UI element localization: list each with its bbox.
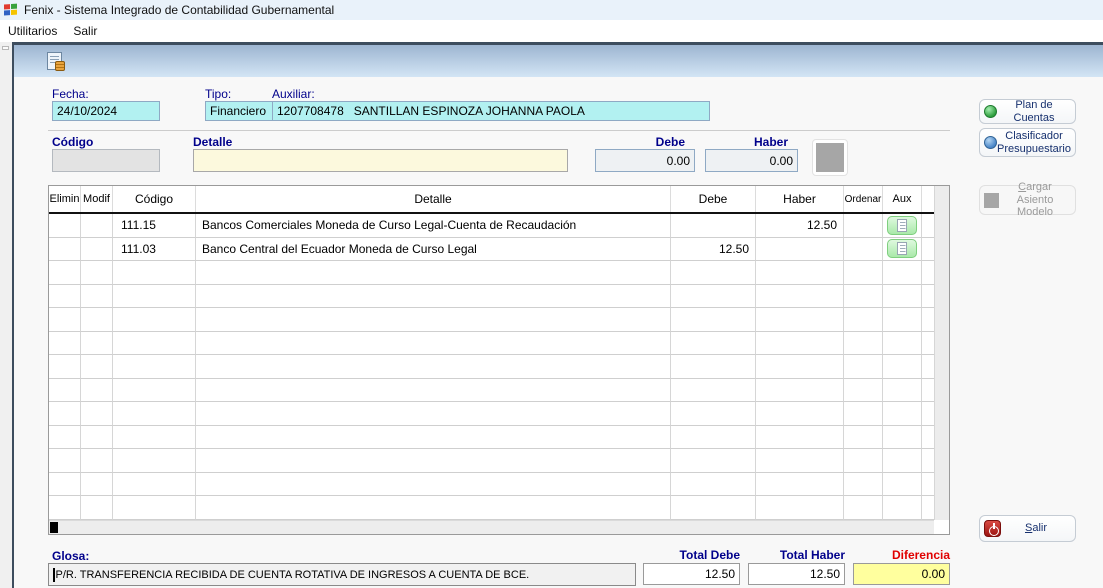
diferencia-label: Diferencia xyxy=(853,548,950,562)
debe-cell xyxy=(671,214,756,238)
new-entry-button[interactable] xyxy=(42,49,66,73)
table-row[interactable]: 111.03 Banco Central del Ecuador Moneda … xyxy=(49,238,934,262)
glosa-field[interactable]: P/R. TRANSFERENCIA RECIBIDA DE CUENTA RO… xyxy=(48,563,636,586)
panel-splitter-handle[interactable] xyxy=(2,46,9,50)
table-empty-rows xyxy=(49,261,934,520)
col-header-elimin: Elimin xyxy=(49,186,81,212)
haber-entry-field[interactable]: 0.00 xyxy=(705,149,798,172)
detalle-entry-label: Detalle xyxy=(193,135,232,149)
glosa-label: Glosa: xyxy=(52,549,89,563)
menu-utilitarios[interactable]: Utilitarios xyxy=(0,22,65,40)
menu-salir[interactable]: Salir xyxy=(65,22,105,40)
table-row-empty[interactable] xyxy=(49,285,934,309)
debe-cell: 12.50 xyxy=(671,238,756,262)
table-row-empty[interactable] xyxy=(49,261,934,285)
ordenar-cell[interactable] xyxy=(844,238,883,262)
aux-detail-button[interactable] xyxy=(887,216,917,235)
detalle-cell: Banco Central del Ecuador Moneda de Curs… xyxy=(196,238,671,262)
cargar-asiento-modelo-button[interactable]: Cargar AsientoModelo xyxy=(979,185,1076,215)
codigo-cell: 111.03 xyxy=(113,238,196,262)
table-row-empty[interactable] xyxy=(49,308,934,332)
power-icon xyxy=(984,520,1001,537)
separator-line xyxy=(48,130,950,131)
elimin-cell[interactable] xyxy=(49,214,81,238)
windows-logo-icon xyxy=(4,3,18,17)
elimin-cell[interactable] xyxy=(49,238,81,262)
detalle-entry-field[interactable] xyxy=(193,149,568,172)
scrollbar-corner xyxy=(934,520,949,534)
col-header-modif: Modif xyxy=(81,186,113,212)
modif-cell[interactable] xyxy=(81,214,113,238)
table-row-empty[interactable] xyxy=(49,426,934,450)
total-haber-label: Total Haber xyxy=(748,548,845,562)
table-row-empty[interactable] xyxy=(49,496,934,520)
fecha-field[interactable]: 24/10/2024 xyxy=(52,101,160,121)
salir-button[interactable]: Salir xyxy=(979,515,1076,542)
content-frame: Fecha: 24/10/2024 Tipo: Financiero Auxil… xyxy=(12,42,1103,588)
codigo-entry-label: Código xyxy=(52,135,93,149)
text-caret xyxy=(53,568,55,582)
col-header-ordenar: Ordenar xyxy=(844,186,883,212)
table-row-empty[interactable] xyxy=(49,332,934,356)
col-header-debe: Debe xyxy=(671,186,756,212)
debe-entry-field[interactable]: 0.00 xyxy=(595,149,695,172)
table-row[interactable]: 111.15 Bancos Comerciales Moneda de Curs… xyxy=(49,214,934,238)
window-title: Fenix - Sistema Integrado de Contabilida… xyxy=(24,3,334,17)
debe-entry-label: Debe xyxy=(595,135,685,149)
col-header-aux: Aux xyxy=(883,186,922,212)
document-icon xyxy=(897,242,907,255)
auxiliar-field[interactable]: 1207708478 SANTILLAN ESPINOZA JOHANNA PA… xyxy=(272,101,710,121)
horizontal-scrollbar-thumb[interactable] xyxy=(50,522,58,533)
tipo-label: Tipo: xyxy=(205,87,231,101)
col-header-haber: Haber xyxy=(756,186,844,212)
total-haber-field: 12.50 xyxy=(748,563,845,585)
codigo-entry-field[interactable] xyxy=(52,149,160,172)
fecha-label: Fecha: xyxy=(52,87,89,101)
title-bar: Fenix - Sistema Integrado de Contabilida… xyxy=(0,0,1103,20)
auxiliar-label: Auxiliar: xyxy=(272,87,315,101)
col-header-codigo: Código xyxy=(113,186,196,212)
table-row-empty[interactable] xyxy=(49,449,934,473)
table-row-empty[interactable] xyxy=(49,355,934,379)
aux-cell xyxy=(883,214,922,238)
entries-table: Elimin Modif Código Detalle Debe Haber O… xyxy=(48,185,950,535)
green-sphere-icon xyxy=(984,105,997,118)
aux-detail-button[interactable] xyxy=(887,239,917,258)
plan-de-cuentas-button[interactable]: Plan de Cuentas xyxy=(979,99,1076,124)
blank-action-button[interactable] xyxy=(812,139,848,176)
haber-cell xyxy=(756,238,844,262)
app-window: Fenix - Sistema Integrado de Contabilida… xyxy=(0,0,1103,588)
haber-entry-label: Haber xyxy=(705,135,788,149)
gray-square-icon xyxy=(816,143,844,172)
menu-bar: Utilitarios Salir xyxy=(0,20,1103,42)
document-coins-icon xyxy=(47,52,62,70)
table-row-empty[interactable] xyxy=(49,473,934,497)
haber-cell: 12.50 xyxy=(756,214,844,238)
ordenar-cell[interactable] xyxy=(844,214,883,238)
table-row-empty[interactable] xyxy=(49,379,934,403)
vertical-scrollbar[interactable] xyxy=(934,186,949,520)
document-icon xyxy=(897,219,907,232)
left-panel-strip xyxy=(0,42,12,588)
gray-square-icon xyxy=(984,193,999,208)
table-header-row: Elimin Modif Código Detalle Debe Haber O… xyxy=(49,186,934,214)
blue-sphere-icon xyxy=(984,136,997,149)
detalle-cell: Bancos Comerciales Moneda de Curso Legal… xyxy=(196,214,671,238)
horizontal-scrollbar[interactable] xyxy=(49,520,934,534)
toolbar xyxy=(14,45,1103,77)
table-row-empty[interactable] xyxy=(49,402,934,426)
codigo-cell: 111.15 xyxy=(113,214,196,238)
clasificador-presupuestario-button[interactable]: ClasificadorPresupuestario xyxy=(979,128,1076,157)
aux-cell xyxy=(883,238,922,262)
total-debe-field: 12.50 xyxy=(643,563,740,585)
modif-cell[interactable] xyxy=(81,238,113,262)
diferencia-field: 0.00 xyxy=(853,563,950,585)
total-debe-label: Total Debe xyxy=(643,548,740,562)
col-header-detalle: Detalle xyxy=(196,186,671,212)
